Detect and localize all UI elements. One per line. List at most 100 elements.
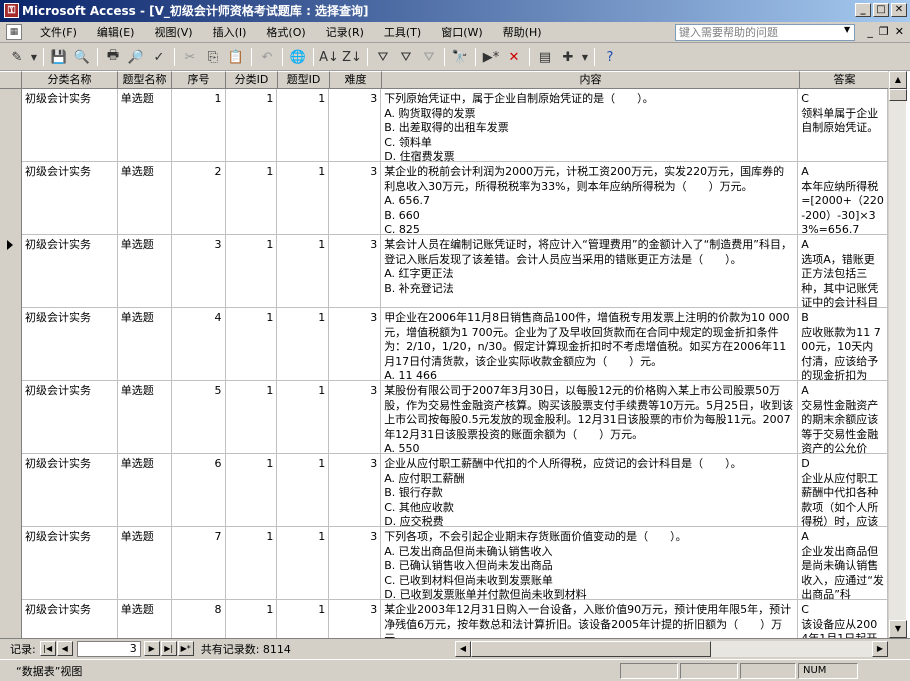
cell-category[interactable]: 初级会计实务 xyxy=(22,600,118,638)
cell-category[interactable]: 初级会计实务 xyxy=(22,235,118,308)
cell-content[interactable]: 某股份有限公司于2007年3月30日，以每股12元的价格购入某上市公司股票50万… xyxy=(381,381,799,454)
cell-seq[interactable]: 3 xyxy=(172,235,226,308)
filter-by-selection-icon[interactable]: ⛛ xyxy=(372,46,394,68)
cell-question-type[interactable]: 单选题 xyxy=(118,454,172,527)
cell-content[interactable]: 甲企业在2006年11月8日销售商品100件，增值税专用发票上注明的价款为10 … xyxy=(381,308,799,381)
menu-file[interactable]: 文件(F) xyxy=(30,23,87,42)
record-selector[interactable] xyxy=(0,162,22,235)
menu-edit[interactable]: 编辑(E) xyxy=(87,23,145,42)
cell-type-id[interactable]: 1 xyxy=(277,235,330,308)
cell-difficulty[interactable]: 3 xyxy=(329,527,382,600)
minimize-icon[interactable]: _ xyxy=(855,3,871,17)
maximize-icon[interactable]: □ xyxy=(873,3,889,17)
cell-type-id[interactable]: 1 xyxy=(277,89,330,162)
doc-minimize-icon[interactable]: _ xyxy=(867,25,873,38)
chevron-down-icon[interactable]: ▼ xyxy=(844,25,850,34)
scroll-thumb[interactable] xyxy=(889,89,907,101)
menu-help[interactable]: 帮助(H) xyxy=(493,23,552,42)
record-selector[interactable] xyxy=(0,527,22,600)
horizontal-scrollbar[interactable]: ◀ ▶ xyxy=(455,641,888,657)
cell-difficulty[interactable]: 3 xyxy=(329,162,382,235)
cell-seq[interactable]: 8 xyxy=(172,600,226,638)
cell-type-id[interactable]: 1 xyxy=(277,600,330,638)
cell-answer[interactable]: B 应收账款为11 700元，10天内付清，应该给予的现金折扣为 xyxy=(798,308,888,381)
print-icon[interactable]: 🖶 xyxy=(102,46,124,68)
column-header[interactable]: 分类名称 xyxy=(22,71,118,89)
hyperlink-icon[interactable]: 🌐 xyxy=(287,46,309,68)
cell-type-id[interactable]: 1 xyxy=(277,381,330,454)
cell-answer[interactable]: D 企业从应付职工薪酬中代扣各种款项（如个人所得税）时，应该 xyxy=(798,454,888,527)
cell-category-id[interactable]: 1 xyxy=(226,381,278,454)
select-all-corner[interactable] xyxy=(0,71,22,89)
previous-record-icon[interactable]: ◀ xyxy=(56,641,73,656)
cell-category-id[interactable]: 1 xyxy=(226,89,278,162)
column-header[interactable]: 题型ID xyxy=(278,71,330,89)
help-icon[interactable]: ? xyxy=(599,46,621,68)
record-selector[interactable] xyxy=(0,89,22,162)
cell-difficulty[interactable]: 3 xyxy=(329,89,382,162)
spelling-icon[interactable]: ✓ xyxy=(148,46,170,68)
vertical-scrollbar[interactable]: ▲ ▼ xyxy=(888,71,907,638)
document-icon[interactable]: ▦ xyxy=(6,24,22,40)
new-object-icon[interactable]: ✚ xyxy=(557,46,579,68)
cell-answer[interactable]: A 本年应纳所得税=[2000+（220-200）-30]×33%=656.7 xyxy=(798,162,888,235)
help-search-input[interactable]: 键入需要帮助的问题 xyxy=(675,24,855,41)
table-row[interactable]: 初级会计实务 单选题 7 1 1 3 下列各项，不会引起企业期末存货账面价值变动的是（ ）。… xyxy=(0,527,888,600)
cell-answer[interactable]: C 该设备应从2004年1月1日起开始 xyxy=(798,600,888,638)
cell-category[interactable]: 初级会计实务 xyxy=(22,454,118,527)
cell-question-type[interactable]: 单选题 xyxy=(118,381,172,454)
cell-seq[interactable]: 2 xyxy=(172,162,226,235)
record-selector[interactable] xyxy=(0,381,22,454)
new-record-nav-icon[interactable]: ▶* xyxy=(177,641,194,656)
cell-content[interactable]: 企业从应付职工薪酬中代扣的个人所得税，应贷记的会计科目是（ ）。 A. 应付职工… xyxy=(381,454,799,527)
table-row[interactable]: 初级会计实务 单选题 1 1 1 3 下列原始凭证中，属于企业自制原始凭证的是（ ）。 A.… xyxy=(0,89,888,162)
menu-records[interactable]: 记录(R) xyxy=(316,23,374,42)
table-row[interactable]: 初级会计实务 单选题 8 1 1 3 某企业2003年12月31日购入一台设备，入账价值90… xyxy=(0,600,888,638)
column-header[interactable]: 难度 xyxy=(330,71,382,89)
record-selector[interactable] xyxy=(0,600,22,638)
menu-insert[interactable]: 插入(I) xyxy=(203,23,257,42)
column-header[interactable]: 序号 xyxy=(172,71,226,89)
apply-filter-icon[interactable]: ⛛ xyxy=(418,46,440,68)
paste-icon[interactable]: 📋 xyxy=(225,46,247,68)
view-icon[interactable]: ✎ xyxy=(6,46,28,68)
save-icon[interactable]: 💾 xyxy=(48,46,70,68)
cell-category[interactable]: 初级会计实务 xyxy=(22,308,118,381)
cell-difficulty[interactable]: 3 xyxy=(329,308,382,381)
cell-category[interactable]: 初级会计实务 xyxy=(22,89,118,162)
doc-close-icon[interactable]: ✕ xyxy=(895,25,904,38)
doc-restore-icon[interactable]: ❐ xyxy=(879,25,889,38)
cell-content[interactable]: 下列原始凭证中，属于企业自制原始凭证的是（ ）。 A. 购货取得的发票 B. 出… xyxy=(381,89,799,162)
cell-answer[interactable]: A 选项A，错账更正方法包括三种，其中记账凭证中的会计科目 xyxy=(798,235,888,308)
scroll-down-icon[interactable]: ▼ xyxy=(889,620,907,638)
search-file-icon[interactable]: 🔍 xyxy=(71,46,93,68)
first-record-icon[interactable]: |◀ xyxy=(39,641,56,656)
cell-category-id[interactable]: 1 xyxy=(226,308,278,381)
column-header[interactable]: 分类ID xyxy=(226,71,278,89)
undo-icon[interactable]: ↶ xyxy=(256,46,278,68)
cell-category-id[interactable]: 1 xyxy=(226,600,278,638)
sort-ascending-icon[interactable]: A↓ xyxy=(318,46,340,68)
menu-format[interactable]: 格式(O) xyxy=(256,23,315,42)
cell-question-type[interactable]: 单选题 xyxy=(118,527,172,600)
column-header[interactable]: 题型名称 xyxy=(118,71,172,89)
cell-content[interactable]: 某会计人员在编制记账凭证时，将应计入“管理费用”的金额计入了“制造费用”科目，登… xyxy=(381,235,799,308)
cell-category[interactable]: 初级会计实务 xyxy=(22,381,118,454)
cell-question-type[interactable]: 单选题 xyxy=(118,162,172,235)
cell-type-id[interactable]: 1 xyxy=(277,454,330,527)
scroll-left-icon[interactable]: ◀ xyxy=(455,641,471,657)
table-row[interactable]: 初级会计实务 单选题 5 1 1 3 某股份有限公司于2007年3月30日，以每股12元的价… xyxy=(0,381,888,454)
cell-answer[interactable]: A 企业发出商品但是尚未确认销售收入，应通过“发出商品”科 xyxy=(798,527,888,600)
cell-category[interactable]: 初级会计实务 xyxy=(22,162,118,235)
cell-difficulty[interactable]: 3 xyxy=(329,381,382,454)
menu-window[interactable]: 窗口(W) xyxy=(431,23,492,42)
delete-record-icon[interactable]: ✕ xyxy=(503,46,525,68)
cut-icon[interactable]: ✂ xyxy=(179,46,201,68)
close-icon[interactable]: ✕ xyxy=(891,3,907,17)
cell-difficulty[interactable]: 3 xyxy=(329,454,382,527)
cell-question-type[interactable]: 单选题 xyxy=(118,235,172,308)
access-key-icon[interactable]: ⚿ xyxy=(4,3,19,18)
cell-answer[interactable]: A 交易性金融资产的期末余额应该等于交易性金融资产的公允价 xyxy=(798,381,888,454)
next-record-icon[interactable]: ▶ xyxy=(143,641,160,656)
cell-seq[interactable]: 5 xyxy=(172,381,226,454)
